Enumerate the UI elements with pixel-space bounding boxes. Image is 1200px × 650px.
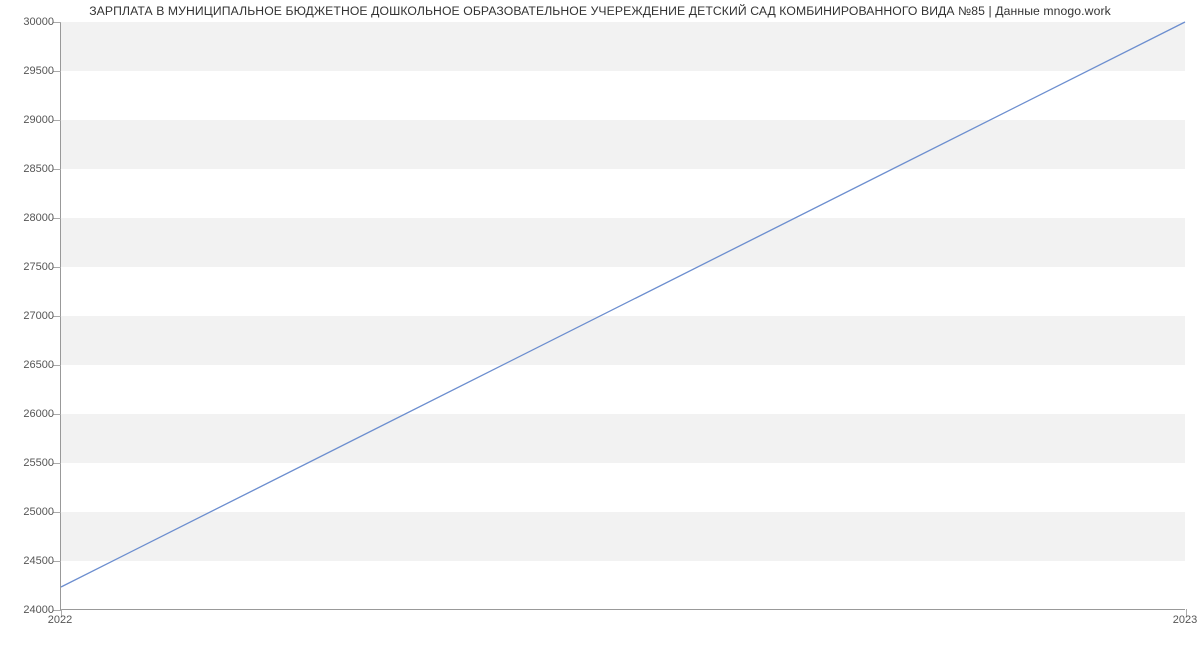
y-tick-label: 26000 [23, 408, 54, 420]
y-tick [53, 22, 61, 23]
x-tick-label: 2023 [1173, 614, 1197, 626]
y-tick-label: 26500 [23, 359, 54, 371]
y-tick [53, 71, 61, 72]
y-tick-label: 25500 [23, 457, 54, 469]
y-tick-label: 28000 [23, 212, 54, 224]
y-tick [53, 365, 61, 366]
y-tick-label: 27500 [23, 261, 54, 273]
y-tick [53, 267, 61, 268]
y-tick [53, 610, 61, 611]
y-tick [53, 120, 61, 121]
y-tick [53, 561, 61, 562]
y-tick [53, 169, 61, 170]
line-chart-svg [61, 22, 1185, 609]
y-tick-label: 24500 [23, 555, 54, 567]
chart-container: ЗАРПЛАТА В МУНИЦИПАЛЬНОЕ БЮДЖЕТНОЕ ДОШКО… [0, 0, 1200, 650]
y-tick-label: 25000 [23, 506, 54, 518]
y-tick-label: 28500 [23, 163, 54, 175]
y-tick [53, 316, 61, 317]
y-tick-label: 29000 [23, 114, 54, 126]
y-tick [53, 463, 61, 464]
y-tick [53, 512, 61, 513]
y-tick [53, 414, 61, 415]
y-tick-label: 30000 [23, 16, 54, 28]
y-tick [53, 218, 61, 219]
x-tick-label: 2022 [48, 614, 72, 626]
y-tick-label: 29500 [23, 65, 54, 77]
y-tick-label: 27000 [23, 310, 54, 322]
plot-area [60, 22, 1185, 610]
chart-title: ЗАРПЛАТА В МУНИЦИПАЛЬНОЕ БЮДЖЕТНОЕ ДОШКО… [0, 4, 1200, 18]
data-line [61, 22, 1185, 587]
